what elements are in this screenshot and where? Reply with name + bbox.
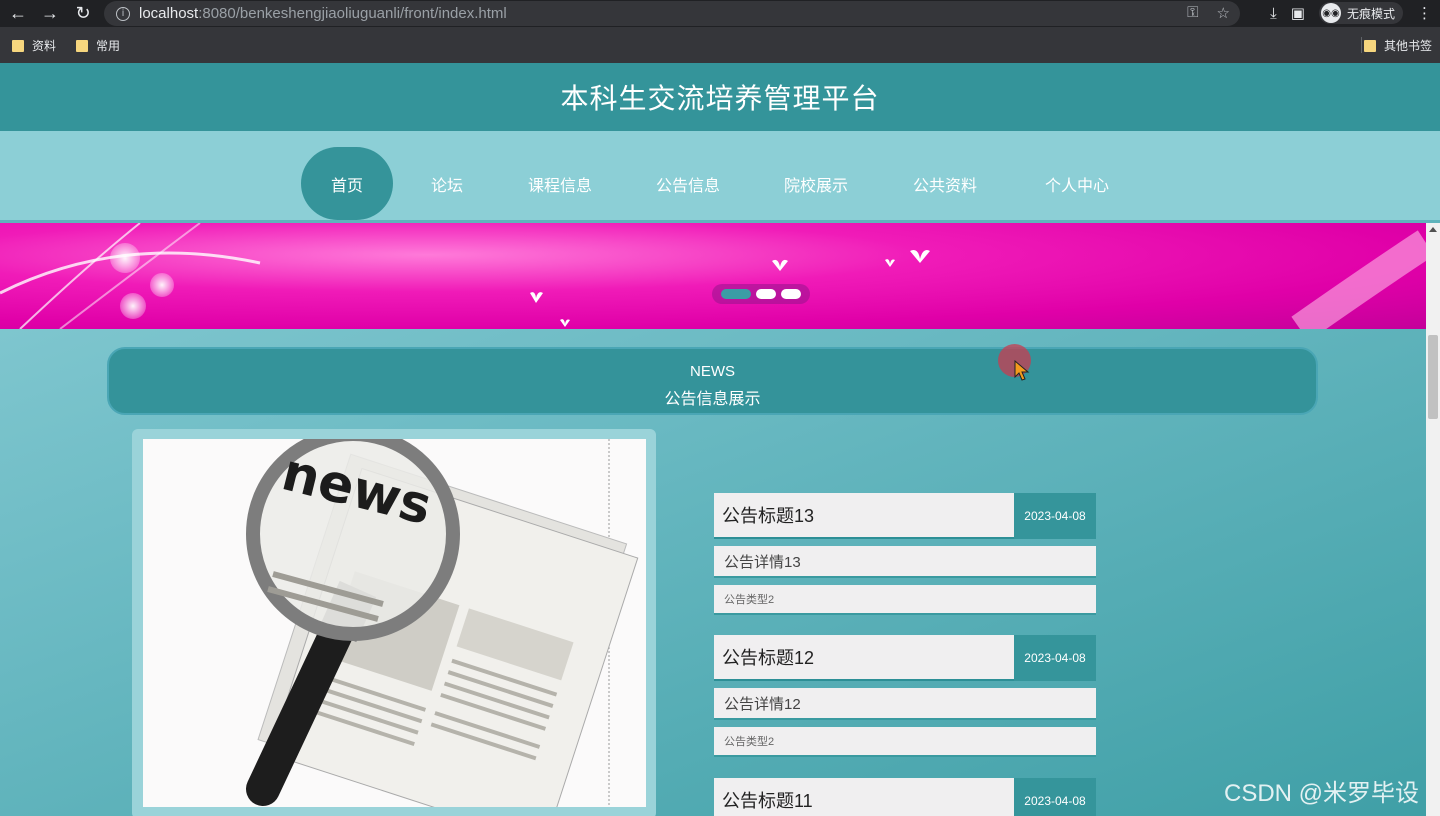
- folder-icon: [12, 39, 24, 52]
- news-item-title[interactable]: 公告标题12: [714, 635, 1014, 681]
- news-item-type: 公告类型2: [714, 585, 1096, 615]
- carousel-dot[interactable]: [781, 289, 801, 299]
- download-icon[interactable]: ⤓: [1270, 5, 1277, 22]
- folder-icon: [76, 39, 88, 52]
- news-section-header: NEWS 公告信息展示: [107, 347, 1318, 415]
- bookmark-label: 资料: [32, 39, 57, 53]
- news-image[interactable]: news: [143, 439, 646, 807]
- other-bookmarks[interactable]: 其他书签: [1364, 37, 1432, 54]
- news-item-title[interactable]: 公告标题13: [714, 493, 1014, 539]
- news-item-detail: 公告详情12: [714, 688, 1096, 720]
- bookmark-divider: [1361, 37, 1362, 53]
- sidepanel-icon[interactable]: ▣: [1291, 4, 1305, 22]
- nav-forum[interactable]: 论坛: [414, 147, 480, 220]
- banner-decoration: [0, 223, 1426, 329]
- page: 本科生交流培养管理平台 首页 论坛 课程信息 公告信息 院校展示 公共资料 个人…: [0, 63, 1440, 816]
- carousel-dot[interactable]: [756, 289, 776, 299]
- news-item-date: 2023-04-08: [1014, 778, 1096, 816]
- url-path: :8080/benkeshengjiaoliuguanli/front/inde…: [198, 5, 507, 22]
- reload-icon[interactable]: ↻: [71, 2, 95, 24]
- scroll-up-arrow-icon[interactable]: [1429, 227, 1437, 232]
- forward-arrow-icon[interactable]: →: [38, 2, 62, 24]
- main-nav: 首页 论坛 课程信息 公告信息 院校展示 公共资料 个人中心: [0, 131, 1440, 223]
- carousel-indicators: [712, 284, 810, 304]
- banner-sparkle: [110, 243, 140, 273]
- nav-colleges[interactable]: 院校展示: [766, 147, 866, 220]
- news-item-type: 公告类型2: [714, 727, 1096, 757]
- news-item-detail: 公告详情13: [714, 546, 1096, 578]
- folder-icon: [1364, 39, 1376, 52]
- site-info-icon[interactable]: i: [116, 6, 130, 21]
- bookmark-folder[interactable]: 常用: [76, 37, 120, 54]
- url-host: localhost: [139, 5, 199, 22]
- back-arrow-icon[interactable]: ←: [6, 2, 30, 24]
- bookmarks-bar: 资料 常用 其他书签: [0, 27, 1440, 63]
- site-title: 本科生交流培养管理平台: [560, 83, 880, 114]
- scroll-thumb[interactable]: [1428, 335, 1438, 419]
- news-title-cn: 公告信息展示: [664, 391, 761, 408]
- nav-courses[interactable]: 课程信息: [510, 147, 610, 220]
- site-header: 本科生交流培养管理平台: [0, 63, 1440, 131]
- address-bar[interactable]: i localhost:8080/benkeshengjiaoliuguanli…: [104, 1, 1240, 26]
- nav-announcements[interactable]: 公告信息: [638, 147, 738, 220]
- star-icon[interactable]: ☆: [1217, 4, 1230, 22]
- mouse-cursor-icon: [1014, 360, 1030, 381]
- other-bookmarks-label: 其他书签: [1384, 39, 1433, 53]
- key-icon[interactable]: ⚿: [1187, 4, 1198, 22]
- incognito-icon: ◉◉: [1320, 3, 1341, 23]
- banner-sparkle: [120, 293, 146, 319]
- browser-toolbar: ← → ↻ i localhost:8080/benkeshengjiaoliu…: [0, 0, 1440, 27]
- news-image-card[interactable]: news: [132, 429, 656, 816]
- banner-carousel[interactable]: [0, 223, 1426, 329]
- news-item-date: 2023-04-08: [1014, 493, 1096, 539]
- news-item-title[interactable]: 公告标题11: [714, 778, 1014, 816]
- news-title-en: NEWS: [690, 363, 735, 380]
- watermark: CSDN @米罗毕设: [1224, 780, 1420, 807]
- news-item-date: 2023-04-08: [1014, 635, 1096, 681]
- nav-home[interactable]: 首页: [301, 147, 393, 220]
- bookmark-label: 常用: [96, 39, 121, 53]
- nav-public-materials[interactable]: 公共资料: [895, 147, 995, 220]
- incognito-badge[interactable]: ◉◉ 无痕模式: [1318, 2, 1403, 24]
- menu-icon[interactable]: ⋮: [1417, 4, 1432, 22]
- page-scrollbar[interactable]: [1426, 223, 1440, 816]
- bookmark-folder[interactable]: 资料: [12, 37, 56, 54]
- nav-personal-center[interactable]: 个人中心: [1025, 147, 1129, 220]
- incognito-label: 无痕模式: [1346, 6, 1395, 21]
- banner-sparkle: [150, 273, 174, 297]
- newspaper-magnifier-illustration: news: [143, 439, 646, 807]
- carousel-dot[interactable]: [721, 289, 751, 299]
